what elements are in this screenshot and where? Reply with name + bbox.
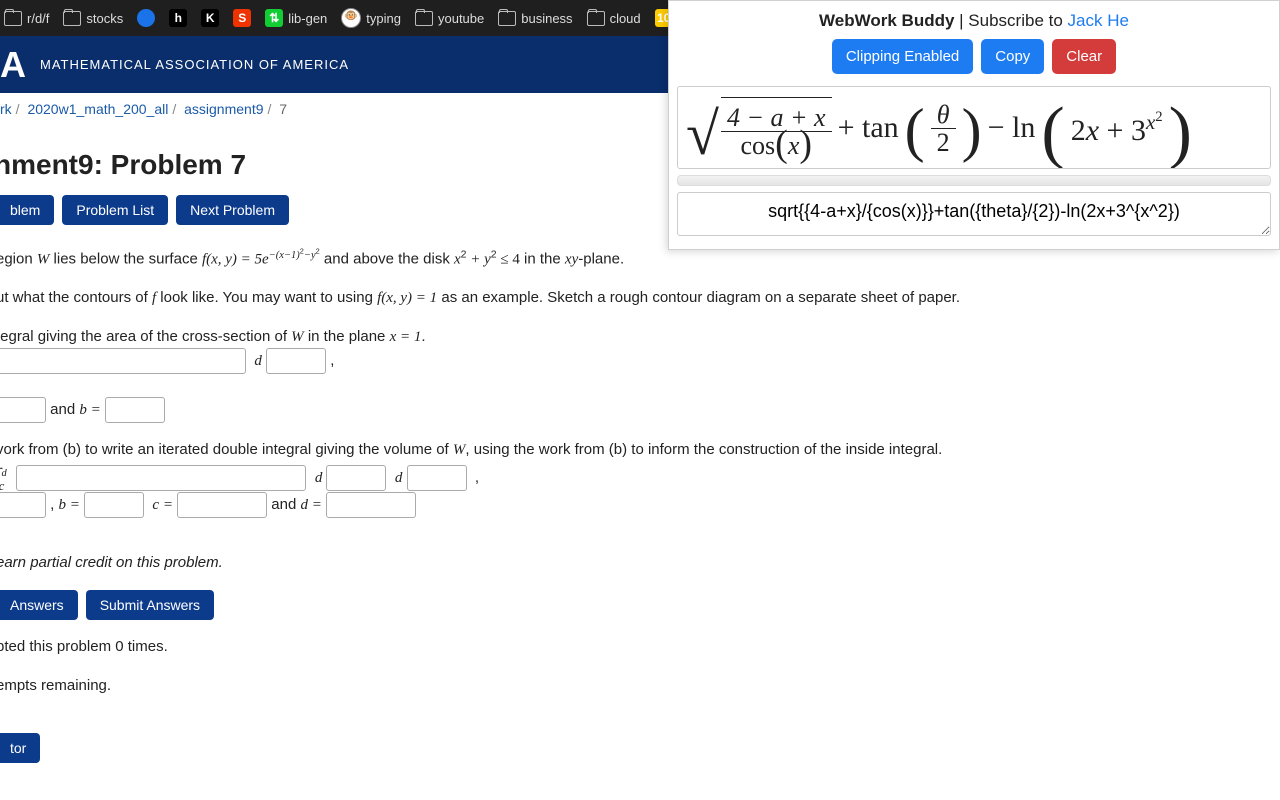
editor-button[interactable]: tor	[0, 733, 40, 763]
dvar-input-b[interactable]	[266, 348, 326, 374]
bookmark-item[interactable]	[137, 9, 155, 27]
submit-answers-button[interactable]: Submit Answers	[86, 590, 214, 620]
favicon-icon: S	[233, 9, 251, 27]
formula-input[interactable]	[677, 192, 1271, 236]
math-preview: √ 4 − a + x cos(x) + tan ( θ2 ) − ln ( 2…	[677, 86, 1271, 169]
favicon-icon: h	[169, 9, 187, 27]
panel-buttons: Clipping Enabled Copy Clear	[669, 39, 1279, 74]
folder-icon	[587, 11, 605, 26]
bookmark-item[interactable]: stocks	[63, 11, 123, 26]
bc-assignment[interactable]: assignment9	[184, 101, 263, 117]
favicon-icon	[137, 9, 155, 27]
folder-icon	[498, 11, 516, 26]
bookmark-item[interactable]: ⇅lib-gen	[265, 9, 327, 27]
next-problem-button[interactable]: Next Problem	[176, 195, 289, 225]
c-input-c[interactable]	[177, 492, 267, 518]
d-input-c[interactable]	[326, 492, 416, 518]
bookmark-item[interactable]: h	[169, 9, 187, 27]
webwork-buddy-panel: WebWork Buddy | Subscribe to Jack He Cli…	[668, 0, 1280, 250]
maa-logo: A	[0, 44, 26, 86]
partial-credit-note: earn partial credit on this problem.	[0, 552, 1136, 575]
maa-text: MATHEMATICAL ASSOCIATION OF AMERICA	[40, 57, 349, 72]
copy-button[interactable]: Copy	[981, 39, 1044, 74]
attempts-remaining: empts remaining.	[0, 675, 1136, 698]
attempts-used: pted this problem 0 times.	[0, 636, 1136, 659]
problem-body: egion W lies below the surface f(x, y) =…	[0, 245, 1136, 763]
problem-part-b: tegral giving the area of the cross-sect…	[0, 326, 1136, 423]
bookmark-item[interactable]: r/d/f	[4, 11, 49, 26]
bc-root[interactable]: rk	[0, 101, 12, 117]
integrand-input-c[interactable]	[16, 465, 306, 491]
problem-line-2: ut what the contours of f look like. You…	[0, 287, 1136, 310]
clipping-toggle-button[interactable]: Clipping Enabled	[832, 39, 973, 74]
bookmark-item[interactable]: youtube	[415, 11, 484, 26]
problem-part-c: vork from (b) to write an iterated doubl…	[0, 439, 1136, 518]
favicon-icon: 🐵	[341, 8, 361, 28]
prev-problem-button[interactable]: blem	[0, 195, 54, 225]
problem-list-button[interactable]: Problem List	[62, 195, 168, 225]
bookmark-item[interactable]: cloud	[587, 11, 641, 26]
folder-icon	[415, 11, 433, 26]
bc-problem: 7	[279, 101, 287, 117]
subscribe-link[interactable]: Jack He	[1068, 11, 1129, 30]
bc-course[interactable]: 2020w1_math_200_all	[27, 101, 168, 117]
bookmark-item[interactable]: S	[233, 9, 251, 27]
b-input-c[interactable]	[84, 492, 144, 518]
dvar2-input-c[interactable]	[407, 465, 467, 491]
preview-answers-button[interactable]: Answers	[0, 590, 78, 620]
math-scrollbar[interactable]	[677, 175, 1271, 186]
favicon-icon: K	[201, 9, 219, 27]
dvar1-input-c[interactable]	[326, 465, 386, 491]
integrand-input-b[interactable]	[0, 348, 246, 374]
bookmark-item[interactable]: 🐵typing	[341, 8, 401, 28]
favicon-icon: ⇅	[265, 9, 283, 27]
a-input-c[interactable]	[0, 492, 46, 518]
folder-icon	[4, 11, 22, 26]
clear-button[interactable]: Clear	[1052, 39, 1116, 74]
a-input-b[interactable]	[0, 397, 46, 423]
folder-icon	[63, 11, 81, 26]
panel-title: WebWork Buddy | Subscribe to Jack He	[669, 11, 1279, 31]
bookmark-item[interactable]: K	[201, 9, 219, 27]
b-input-b[interactable]	[105, 397, 165, 423]
bookmark-item[interactable]: business	[498, 11, 572, 26]
